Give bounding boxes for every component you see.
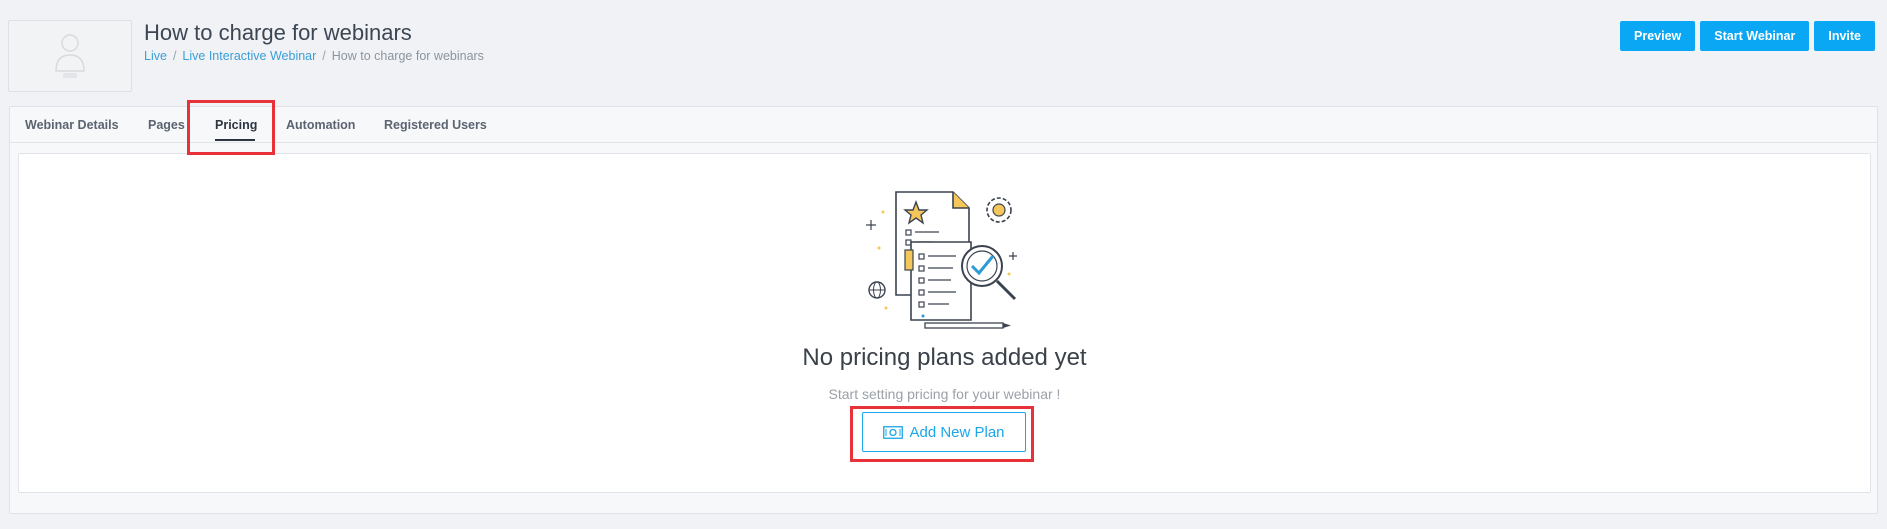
tab-webinar-details[interactable]: Webinar Details bbox=[25, 118, 119, 132]
tab-registered-users[interactable]: Registered Users bbox=[384, 118, 487, 132]
add-new-plan-label: Add New Plan bbox=[909, 423, 1005, 441]
tab-pricing[interactable]: Pricing bbox=[215, 118, 257, 132]
tab-pages[interactable]: Pages bbox=[148, 118, 185, 132]
active-tab-indicator bbox=[215, 139, 255, 141]
preview-button[interactable]: Preview bbox=[1620, 21, 1696, 51]
breadcrumb-separator: / bbox=[322, 49, 326, 63]
pricing-empty-state: No pricing plans added yet Start setting… bbox=[18, 153, 1871, 493]
page-title: How to charge for webinars bbox=[144, 20, 412, 45]
empty-state-title: No pricing plans added yet bbox=[802, 344, 1087, 371]
header-actions: Preview Start Webinar Invite bbox=[1620, 21, 1875, 51]
breadcrumb-live-interactive-webinar[interactable]: Live Interactive Webinar bbox=[182, 49, 316, 63]
breadcrumb-separator: / bbox=[172, 49, 177, 63]
start-webinar-button[interactable]: Start Webinar bbox=[1700, 21, 1810, 51]
add-new-plan-button[interactable]: Add New Plan bbox=[862, 412, 1026, 452]
tab-automation[interactable]: Automation bbox=[286, 118, 355, 132]
breadcrumb-current: How to charge for webinars bbox=[331, 49, 484, 63]
money-bill-icon bbox=[883, 425, 904, 439]
breadcrumb: Live / Live Interactive Webinar / How to… bbox=[144, 49, 484, 63]
user-placeholder-icon bbox=[55, 34, 85, 78]
empty-state-subtitle: Start setting pricing for your webinar ! bbox=[828, 386, 1061, 402]
invite-button[interactable]: Invite bbox=[1814, 21, 1875, 51]
webinar-thumbnail bbox=[8, 20, 132, 92]
document-checklist-illustration bbox=[866, 191, 1017, 329]
tab-bar: Webinar Details Pages Pricing Automation… bbox=[10, 107, 1877, 143]
webinar-panel: Webinar Details Pages Pricing Automation… bbox=[9, 106, 1878, 514]
breadcrumb-live[interactable]: Live bbox=[144, 49, 167, 63]
